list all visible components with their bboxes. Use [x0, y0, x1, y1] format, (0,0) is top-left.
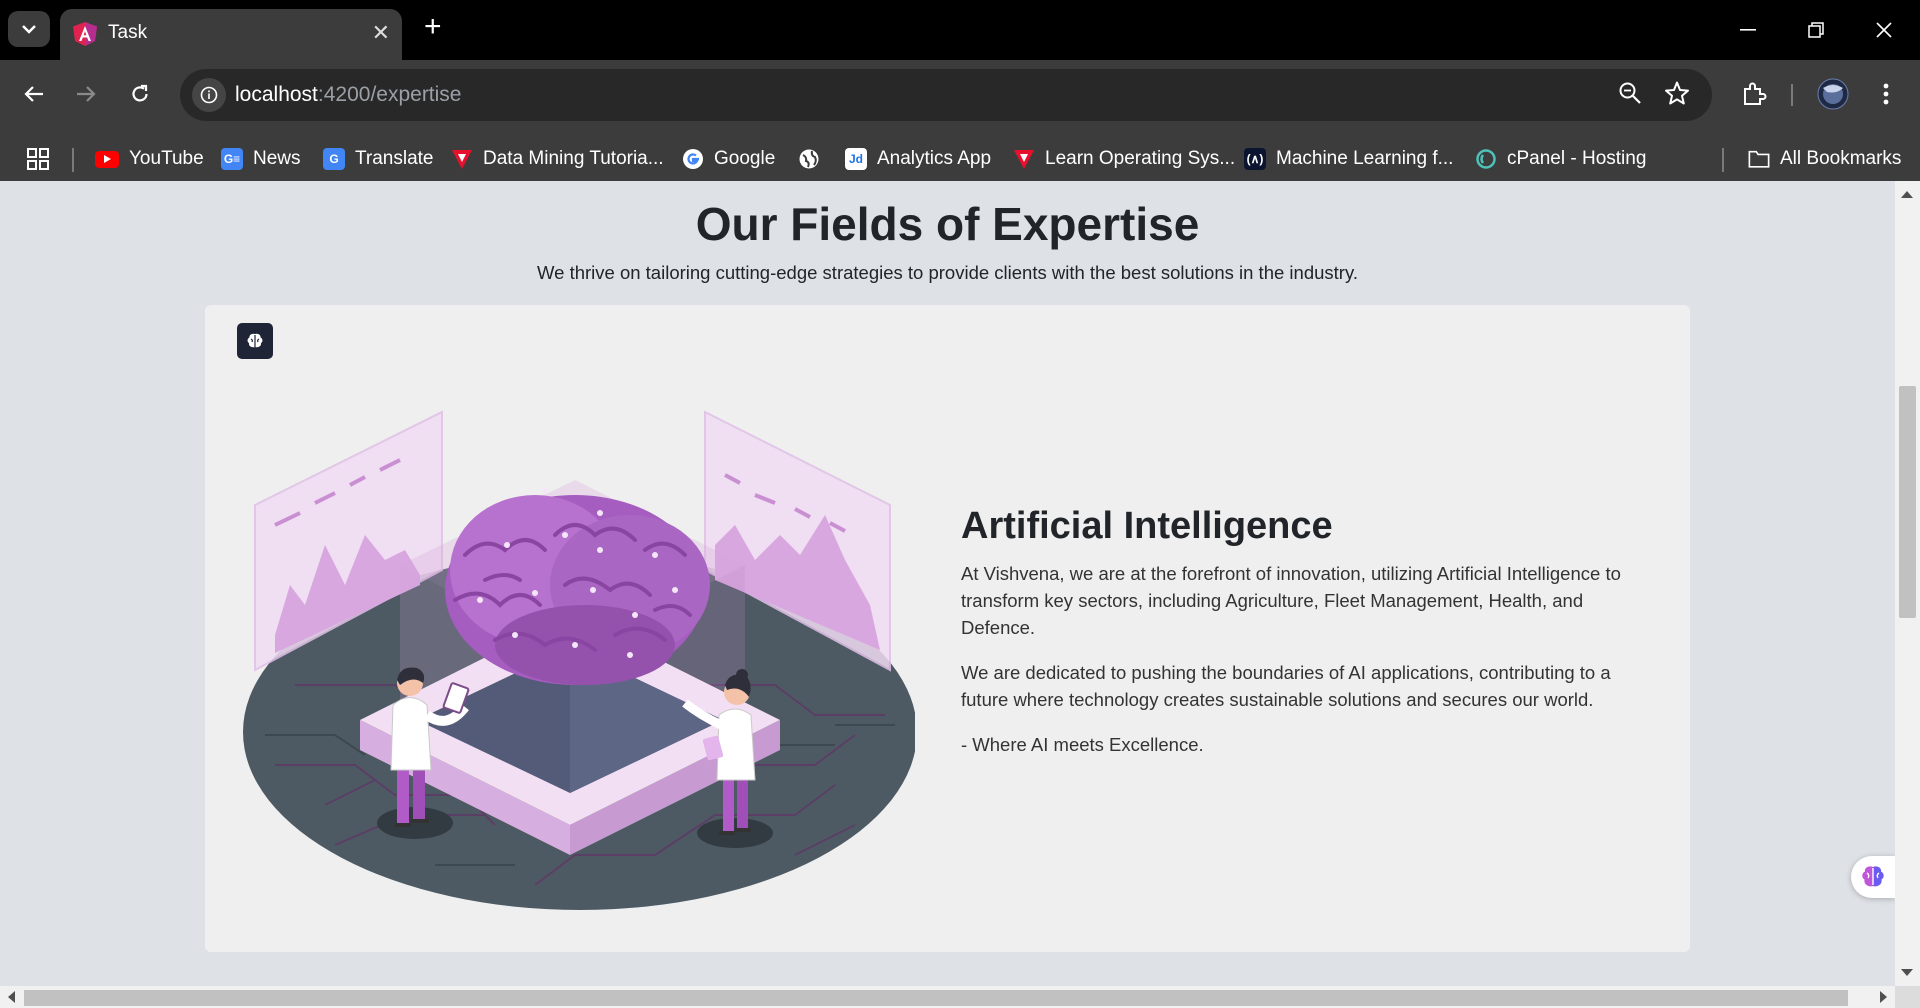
- expertise-card: Artificial Intelligence At Vishvena, we …: [205, 305, 1690, 952]
- bookmark-data-mining[interactable]: Data Mining Tutoria...: [451, 146, 664, 172]
- bookmark-label: Data Mining Tutoria...: [483, 148, 664, 169]
- google-translate-icon: G: [323, 148, 345, 170]
- bookmark-label: Analytics App: [877, 148, 992, 169]
- page-title: Our Fields of Expertise: [695, 198, 1200, 250]
- bookmark-news[interactable]: G≡ News: [221, 146, 301, 172]
- bookmark-translate[interactable]: G Translate: [323, 146, 434, 172]
- bookmarks-divider: [72, 148, 74, 172]
- card-heading: Artificial Intelligence: [961, 505, 1333, 547]
- ai-illustration: [243, 410, 915, 910]
- new-tab-icon[interactable]: +: [424, 12, 442, 42]
- url-text[interactable]: localhost:4200/expertise: [235, 83, 462, 107]
- card-paragraph-1: At Vishvena, we are at the forefront of …: [961, 563, 1621, 638]
- scrollbar-corner: [1895, 986, 1920, 1008]
- page-viewport: Our Fields of Expertise We thrive on tai…: [0, 181, 1895, 986]
- bookmark-label: News: [253, 148, 301, 169]
- reload-icon[interactable]: [120, 74, 160, 114]
- bookmark-label: Google: [714, 148, 776, 169]
- url-host: localhost: [235, 83, 318, 106]
- brain-icon: [237, 323, 273, 359]
- bookmark-label: Learn Operating Sys...: [1045, 148, 1236, 169]
- bookmark-cpanel[interactable]: cPanel - Hosting: [1475, 146, 1646, 172]
- back-icon[interactable]: [14, 74, 54, 114]
- close-window-icon[interactable]: [1850, 0, 1918, 60]
- angular-icon: [73, 22, 97, 46]
- bookmark-label: Translate: [355, 148, 434, 169]
- chevron-down-icon: [22, 25, 36, 34]
- scroll-up-icon[interactable]: [1901, 191, 1913, 198]
- browser-tab[interactable]: Task ✕: [60, 9, 402, 60]
- folder-icon: [1748, 148, 1770, 170]
- zoom-icon[interactable]: [1618, 81, 1642, 110]
- toolbar-divider: [1791, 84, 1793, 106]
- scroll-right-icon[interactable]: [1880, 991, 1887, 1003]
- tutorialspoint-icon: [1013, 148, 1035, 170]
- horizontal-scroll-thumb[interactable]: [24, 990, 1848, 1006]
- scroll-left-icon[interactable]: [8, 991, 15, 1003]
- site-info-icon[interactable]: [192, 78, 226, 112]
- close-tab-icon[interactable]: ✕: [372, 20, 390, 46]
- brain-illustration: [445, 487, 710, 685]
- page-subtitle: We thrive on tailoring cutting-edge stra…: [537, 262, 1358, 283]
- bookmark-star-icon[interactable]: [1664, 80, 1690, 111]
- youtube-icon: [95, 150, 119, 168]
- bookmark-analytics-app[interactable]: Jd Analytics App: [845, 146, 991, 172]
- forward-icon[interactable]: [66, 74, 106, 114]
- horizontal-scrollbar[interactable]: [0, 986, 1895, 1008]
- jd-icon: Jd: [845, 148, 867, 170]
- all-bookmarks[interactable]: All Bookmarks: [1748, 146, 1901, 172]
- bookmark-label: Machine Learning f...: [1276, 148, 1454, 169]
- url-path: :4200/expertise: [317, 83, 462, 106]
- google-news-icon: G≡: [221, 148, 243, 170]
- bookmark-label: YouTube: [129, 148, 204, 169]
- card-text: Artificial Intelligence At Vishvena, we …: [961, 505, 1661, 758]
- vertical-scroll-thumb[interactable]: [1899, 386, 1916, 618]
- apps-grid-icon[interactable]: [26, 146, 50, 172]
- google-icon: [682, 148, 704, 170]
- scroll-down-icon[interactable]: [1901, 969, 1913, 976]
- extensions-icon[interactable]: [1734, 74, 1774, 114]
- brain-icon: [1862, 866, 1884, 887]
- tutorialspoint-icon: [451, 148, 473, 170]
- bookmarks-divider: [1722, 148, 1724, 172]
- ml-icon: (∧): [1244, 148, 1266, 170]
- globe-icon: [798, 148, 820, 170]
- bookmark-operating-systems[interactable]: Learn Operating Sys...: [1013, 146, 1235, 172]
- tab-search-button[interactable]: [8, 11, 50, 47]
- bookmark-machine-learning[interactable]: (∧) Machine Learning f...: [1244, 146, 1453, 172]
- bookmark-youtube[interactable]: YouTube: [95, 146, 204, 172]
- bookmark-google[interactable]: Google: [682, 146, 775, 172]
- card-tagline: - Where AI meets Excellence.: [961, 734, 1204, 755]
- minimize-icon[interactable]: [1714, 0, 1782, 60]
- restore-icon[interactable]: [1782, 0, 1850, 60]
- card-paragraph-2: We are dedicated to pushing the boundari…: [961, 662, 1611, 710]
- bookmark-globe[interactable]: [798, 146, 830, 172]
- floating-brain-button[interactable]: [1851, 856, 1895, 898]
- more-menu-icon[interactable]: [1866, 74, 1906, 114]
- browser-toolbar: localhost:4200/expertise YouTube G≡ News…: [0, 60, 1920, 189]
- profile-avatar[interactable]: [1813, 74, 1853, 114]
- tab-strip: Task ✕ +: [0, 0, 1920, 60]
- all-bookmarks-label: All Bookmarks: [1780, 148, 1902, 169]
- vertical-scrollbar[interactable]: [1895, 181, 1920, 986]
- address-bar[interactable]: localhost:4200/expertise: [180, 69, 1712, 121]
- tab-title: Task: [108, 22, 148, 43]
- cpanel-icon: [1475, 148, 1497, 170]
- bookmark-label: cPanel - Hosting: [1507, 148, 1647, 169]
